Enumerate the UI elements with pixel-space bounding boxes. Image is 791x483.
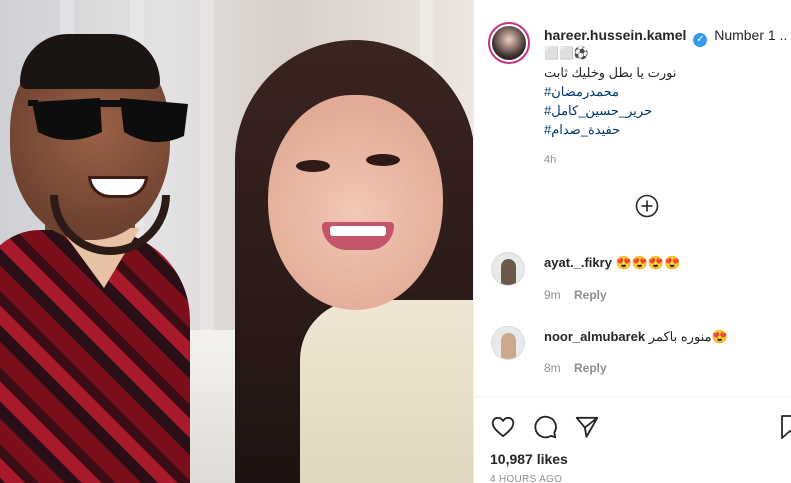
author-avatar[interactable]	[488, 22, 530, 64]
caption-lead: Number 1 ..	[714, 27, 788, 43]
woman-teeth	[330, 226, 386, 236]
woman-coat	[300, 300, 473, 483]
plus-circle-icon[interactable]	[635, 194, 659, 218]
reply-button[interactable]: Reply	[574, 361, 607, 375]
sunglasses	[28, 98, 188, 143]
divider	[474, 396, 791, 397]
comment-age: 8m	[544, 361, 561, 375]
hashtag-link[interactable]: #حفيدة_صدام	[544, 122, 620, 138]
author-username[interactable]: hareer.hussein.kamel	[544, 27, 686, 43]
comment-age: 9m	[544, 288, 561, 302]
caption-header: hareer.hussein.kamel ✓ Number 1 ..	[544, 27, 787, 47]
caption-age: 4h	[544, 154, 557, 166]
comment-body: 😍😍😍😍	[615, 255, 681, 270]
comment: noor_almubarek منوره باكمر😍	[544, 329, 728, 345]
comment-meta: 9m Reply	[544, 288, 607, 302]
hashtag-link[interactable]: #محمدرمضان	[544, 84, 619, 100]
heart-icon[interactable]	[490, 414, 516, 440]
likes-count[interactable]: 10,987 likes	[490, 451, 568, 467]
woman-eye-right	[366, 154, 400, 166]
post-side-panel: hareer.hussein.kamel ✓ Number 1 .. ⬜⬜⚽ ن…	[473, 0, 791, 483]
reply-button[interactable]: Reply	[574, 288, 607, 302]
comment-username[interactable]: ayat._.fikry	[544, 255, 612, 270]
comment-body: منوره باكمر😍	[648, 329, 728, 344]
commenter-avatar[interactable]	[491, 326, 525, 360]
caption-text: نورت يا بطل وخليك ثابت	[544, 65, 677, 80]
caption-emoji-line: ⬜⬜⚽	[544, 46, 589, 60]
post-timestamp[interactable]: 4 HOURS AGO	[490, 474, 562, 483]
woman-face	[268, 95, 443, 310]
paper-plane-icon[interactable]	[574, 414, 600, 440]
man-hair	[20, 34, 160, 89]
comment-username[interactable]: noor_almubarek	[544, 329, 645, 344]
post-photo[interactable]	[0, 0, 473, 483]
hashtag-link[interactable]: #حرير_حسين_كامل	[544, 103, 652, 119]
comment-icon[interactable]	[532, 414, 558, 440]
comment: ayat._.fikry 😍😍😍😍	[544, 255, 680, 271]
check-badge-icon: ✓	[693, 33, 708, 47]
bookmark-icon[interactable]	[780, 414, 791, 440]
comment-meta: 8m Reply	[544, 361, 607, 375]
woman-eye-left	[296, 160, 330, 172]
commenter-avatar[interactable]	[491, 252, 525, 286]
